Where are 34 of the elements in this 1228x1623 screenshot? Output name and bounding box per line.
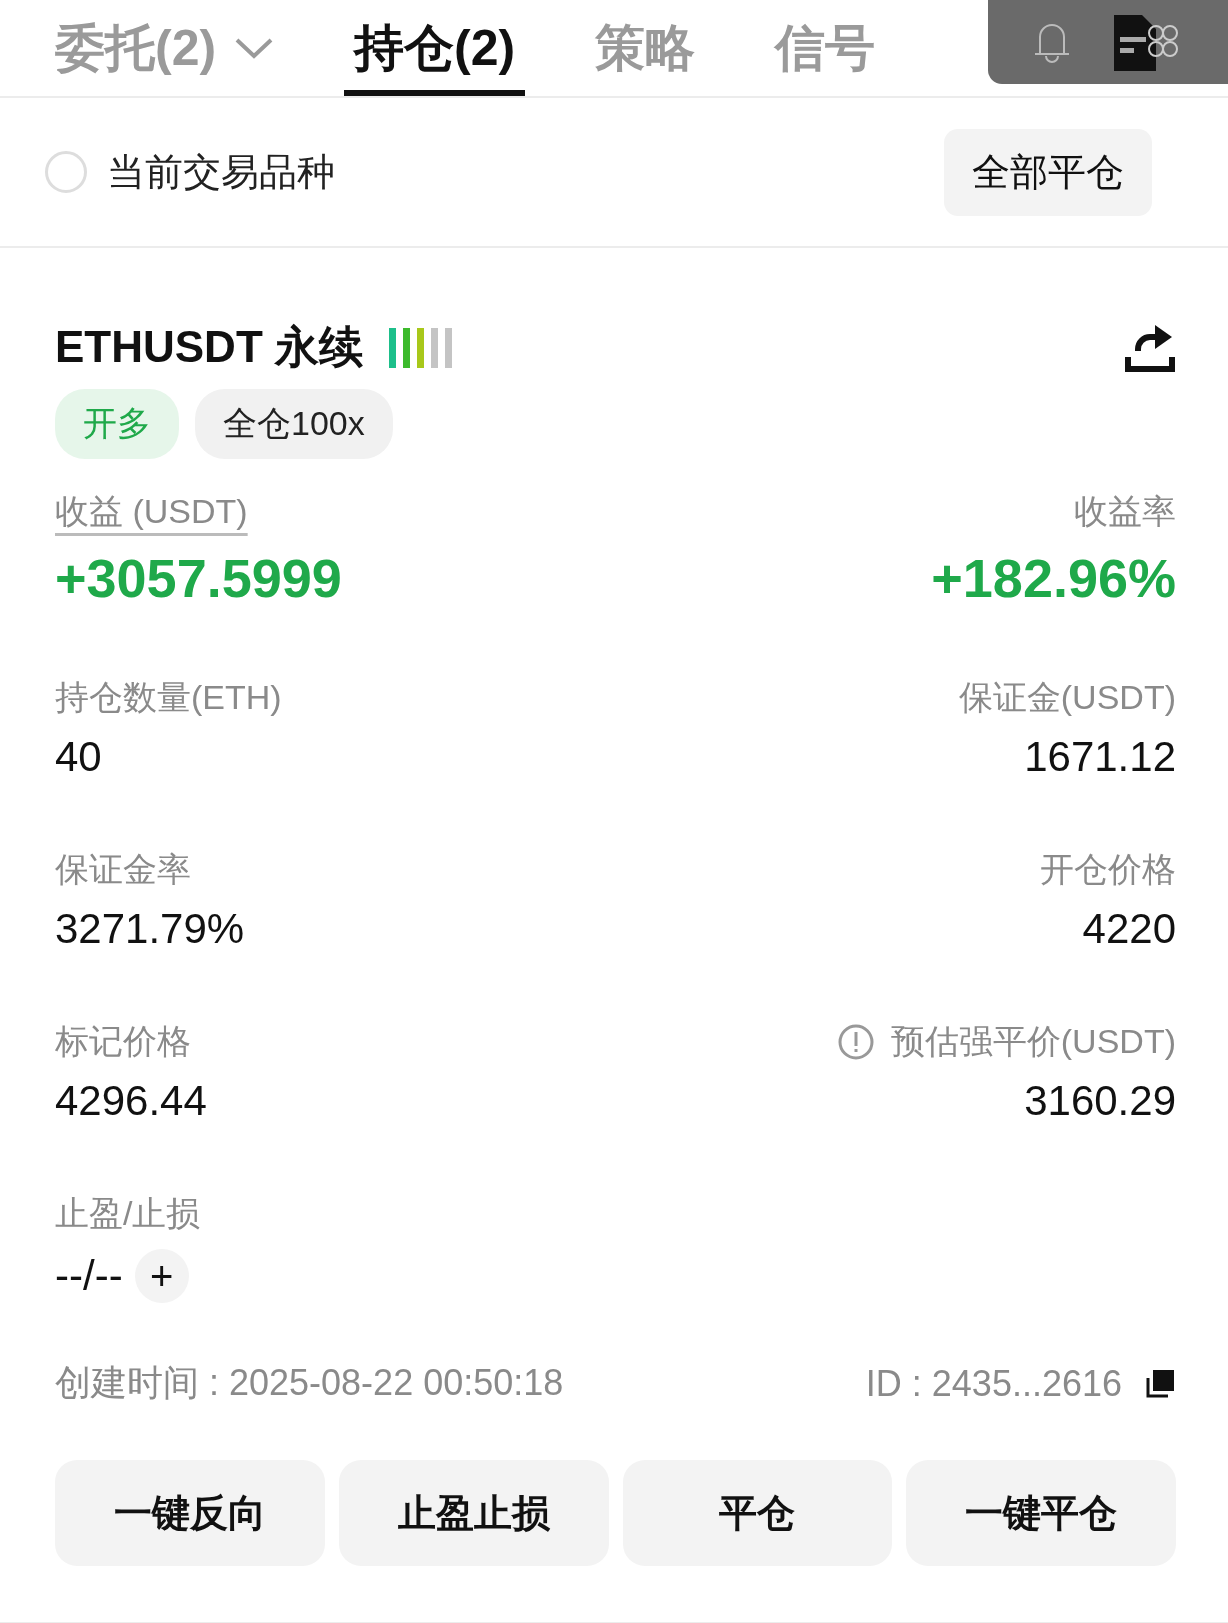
share-icon[interactable]	[1124, 322, 1176, 373]
add-button[interactable]: +	[134, 1249, 189, 1303]
filter-checkbox[interactable]: 当前交易品种	[45, 146, 335, 198]
tab[interactable]: 持仓(2)	[344, 0, 526, 96]
roi-label: 收益率	[1074, 491, 1176, 532]
action-button[interactable]: 平仓	[622, 1460, 893, 1566]
copy-icon[interactable]	[1144, 1367, 1176, 1400]
roi-value: +182.96%	[931, 547, 1176, 609]
action-button[interactable]: 一键平仓	[906, 1460, 1176, 1566]
field-value: --/--	[55, 1252, 123, 1300]
field-label: 保证金率	[55, 849, 191, 890]
field-value: 4220	[1082, 905, 1176, 953]
field-value: 3160.29	[1024, 1077, 1176, 1125]
info-icon[interactable]	[836, 1023, 875, 1061]
created-time: 创建时间 : 2025-08-22 00:50:18	[55, 1361, 564, 1405]
position-id: ID : 2435...2616	[865, 1362, 1122, 1405]
field-value: 4296.44	[55, 1077, 207, 1125]
field-label: 持仓数量(ETH)	[55, 677, 282, 718]
tag: 开多	[55, 389, 179, 459]
field-label: 标记价格	[55, 1021, 191, 1062]
field-label: 止盈/止损	[55, 1193, 201, 1234]
pnl-value: +3057.5999	[55, 547, 342, 609]
field-value: 3271.79%	[55, 905, 245, 953]
symbol-title: ETHUSDT 永续	[55, 321, 363, 373]
field-label: 保证金(USDT)	[958, 677, 1176, 718]
field-label: 开仓价格	[1040, 849, 1176, 890]
action-button[interactable]: 止盈止损	[338, 1460, 609, 1566]
chevron-down-icon	[234, 36, 275, 60]
action-button[interactable]: 一键反向	[55, 1460, 325, 1566]
field-value: 40	[55, 733, 103, 781]
field-label: 预估强平价(USDT)	[890, 1021, 1176, 1062]
close-all-button[interactable]: 全部平仓	[944, 128, 1152, 216]
tag: 全仓100x	[195, 389, 393, 459]
field-value: 1671.12	[1024, 733, 1176, 781]
